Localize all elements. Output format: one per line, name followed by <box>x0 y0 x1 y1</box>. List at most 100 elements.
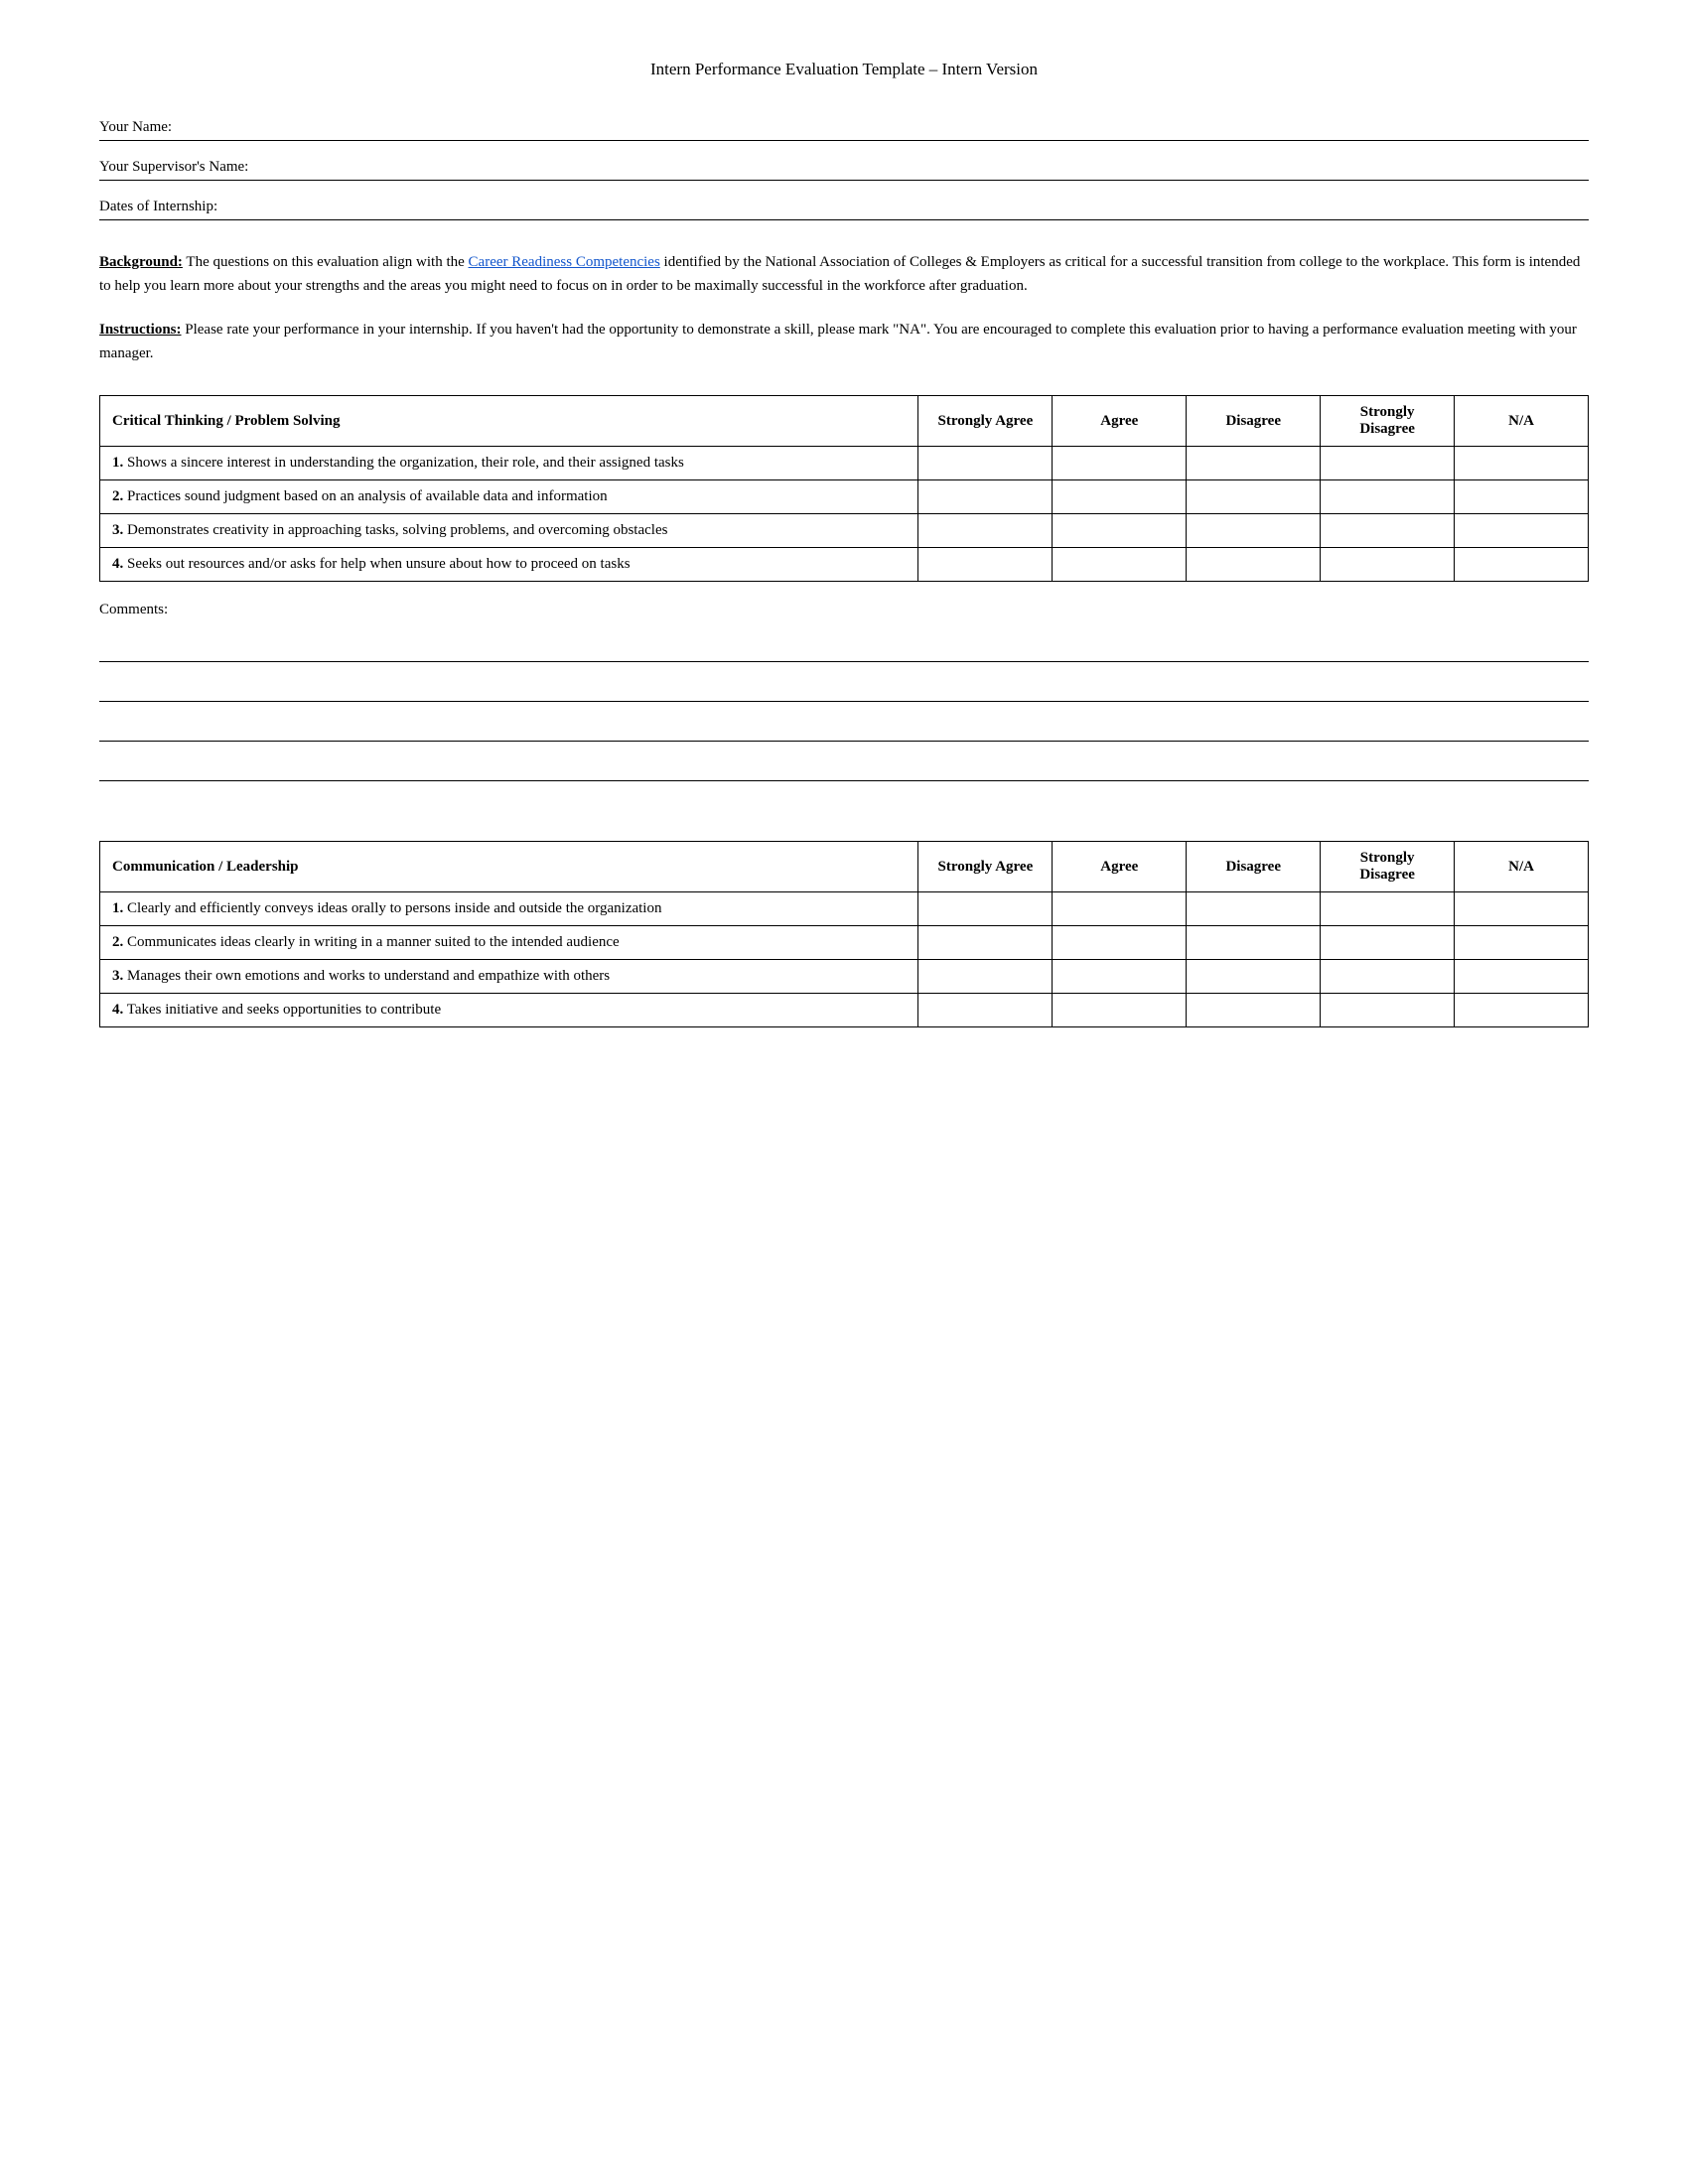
rating-cell-strongly-disagree[interactable] <box>1321 548 1455 582</box>
comment-line-3 <box>99 710 1589 742</box>
rating-cell-agree[interactable] <box>1053 480 1187 514</box>
instructions-section: Instructions: Please rate your performan… <box>99 318 1589 365</box>
background-text-before-link: The questions on this evaluation align w… <box>186 254 468 270</box>
supervisor-name-field: Your Supervisor's Name: <box>99 159 1589 181</box>
col-header-strongly-agree-1: Strongly Agree <box>918 396 1053 447</box>
rating-cell-agree[interactable] <box>1053 447 1187 480</box>
row-text: Takes initiative and seeks opportunities… <box>127 1002 441 1018</box>
rating-cell-na[interactable] <box>1455 447 1589 480</box>
row-number: 3. <box>112 968 123 984</box>
rating-cell-na[interactable] <box>1455 892 1589 926</box>
page-title: Intern Performance Evaluation Template –… <box>99 60 1589 79</box>
question-cell: 4. Seeks out resources and/or asks for h… <box>100 548 918 582</box>
table-row: 1. Shows a sincere interest in understan… <box>100 447 1589 480</box>
rating-cell-agree[interactable] <box>1053 892 1187 926</box>
table-row: 1. Clearly and efficiently conveys ideas… <box>100 892 1589 926</box>
rating-cell-na[interactable] <box>1455 548 1589 582</box>
row-text: Communicates ideas clearly in writing in… <box>127 934 620 950</box>
dates-field: Dates of Internship: <box>99 199 1589 220</box>
rating-cell-strongly-disagree[interactable] <box>1321 514 1455 548</box>
career-readiness-link[interactable]: Career Readiness Competencies <box>469 254 660 270</box>
rating-cell-na[interactable] <box>1455 480 1589 514</box>
col-header-agree-2: Agree <box>1053 842 1187 892</box>
rating-cell-strongly-agree[interactable] <box>918 447 1053 480</box>
row-text: Shows a sincere interest in understandin… <box>127 455 684 471</box>
rating-cell-strongly-agree[interactable] <box>918 892 1053 926</box>
rating-cell-disagree[interactable] <box>1187 926 1321 960</box>
instructions-text: Please rate your performance in your int… <box>99 322 1577 361</box>
rating-cell-strongly-agree[interactable] <box>918 548 1053 582</box>
instructions-label: Instructions: <box>99 322 182 338</box>
row-text: Demonstrates creativity in approaching t… <box>127 522 667 538</box>
row-text: Seeks out resources and/or asks for help… <box>127 556 631 572</box>
comment-line-2 <box>99 670 1589 702</box>
rating-cell-strongly-agree[interactable] <box>918 926 1053 960</box>
row-number: 1. <box>112 455 123 471</box>
your-name-field: Your Name: <box>99 119 1589 141</box>
rating-cell-disagree[interactable] <box>1187 480 1321 514</box>
rating-cell-disagree[interactable] <box>1187 960 1321 994</box>
rating-cell-strongly-disagree[interactable] <box>1321 447 1455 480</box>
rating-cell-agree[interactable] <box>1053 926 1187 960</box>
rating-cell-na[interactable] <box>1455 926 1589 960</box>
row-number: 2. <box>112 488 123 504</box>
table-row: 2. Practices sound judgment based on an … <box>100 480 1589 514</box>
rating-cell-strongly-agree[interactable] <box>918 480 1053 514</box>
background-label: Background: <box>99 254 183 270</box>
dates-label: Dates of Internship: <box>99 199 217 215</box>
row-number: 1. <box>112 900 123 916</box>
rating-cell-strongly-disagree[interactable] <box>1321 480 1455 514</box>
rating-cell-strongly-agree[interactable] <box>918 960 1053 994</box>
question-cell: 2. Communicates ideas clearly in writing… <box>100 926 918 960</box>
rating-cell-na[interactable] <box>1455 514 1589 548</box>
rating-cell-disagree[interactable] <box>1187 447 1321 480</box>
rating-cell-agree[interactable] <box>1053 548 1187 582</box>
col-header-disagree-1: Disagree <box>1187 396 1321 447</box>
critical-thinking-header: Critical Thinking / Problem Solving <box>100 396 918 447</box>
row-number: 4. <box>112 556 123 572</box>
rating-cell-disagree[interactable] <box>1187 548 1321 582</box>
table-row: 4. Takes initiative and seeks opportunit… <box>100 994 1589 1027</box>
rating-cell-disagree[interactable] <box>1187 892 1321 926</box>
communication-leadership-table: Communication / Leadership Strongly Agre… <box>99 841 1589 1027</box>
comment-line-4 <box>99 750 1589 781</box>
rating-cell-na[interactable] <box>1455 960 1589 994</box>
rating-cell-disagree[interactable] <box>1187 514 1321 548</box>
row-text: Clearly and efficiently conveys ideas or… <box>127 900 661 916</box>
col-header-strongly-disagree-2: Strongly Disagree <box>1321 842 1455 892</box>
supervisor-name-label: Your Supervisor's Name: <box>99 159 248 176</box>
col-header-disagree-2: Disagree <box>1187 842 1321 892</box>
rating-cell-strongly-agree[interactable] <box>918 994 1053 1027</box>
col-header-na-2: N/A <box>1455 842 1589 892</box>
row-number: 2. <box>112 934 123 950</box>
row-number: 3. <box>112 522 123 538</box>
row-text: Manages their own emotions and works to … <box>127 968 610 984</box>
question-cell: 1. Clearly and efficiently conveys ideas… <box>100 892 918 926</box>
table-row: 4. Seeks out resources and/or asks for h… <box>100 548 1589 582</box>
col-header-na-1: N/A <box>1455 396 1589 447</box>
row-number: 4. <box>112 1002 123 1018</box>
rating-cell-strongly-agree[interactable] <box>918 514 1053 548</box>
table-row: 3. Demonstrates creativity in approachin… <box>100 514 1589 548</box>
comments-label-1: Comments: <box>99 602 1589 618</box>
rating-cell-na[interactable] <box>1455 994 1589 1027</box>
rating-cell-strongly-disagree[interactable] <box>1321 994 1455 1027</box>
row-text: Practices sound judgment based on an ana… <box>127 488 608 504</box>
background-section: Background: The questions on this evalua… <box>99 250 1589 298</box>
rating-cell-agree[interactable] <box>1053 994 1187 1027</box>
col-header-agree-1: Agree <box>1053 396 1187 447</box>
rating-cell-disagree[interactable] <box>1187 994 1321 1027</box>
col-header-strongly-disagree-1: Strongly Disagree <box>1321 396 1455 447</box>
rating-cell-strongly-disagree[interactable] <box>1321 960 1455 994</box>
rating-cell-strongly-disagree[interactable] <box>1321 926 1455 960</box>
rating-cell-agree[interactable] <box>1053 514 1187 548</box>
rating-cell-agree[interactable] <box>1053 960 1187 994</box>
question-cell: 3. Demonstrates creativity in approachin… <box>100 514 918 548</box>
comment-line-1 <box>99 630 1589 662</box>
critical-thinking-table: Critical Thinking / Problem Solving Stro… <box>99 395 1589 582</box>
communication-leadership-header: Communication / Leadership <box>100 842 918 892</box>
comments-section-1: Comments: <box>99 602 1589 781</box>
table-row: 2. Communicates ideas clearly in writing… <box>100 926 1589 960</box>
question-cell: 4. Takes initiative and seeks opportunit… <box>100 994 918 1027</box>
rating-cell-strongly-disagree[interactable] <box>1321 892 1455 926</box>
